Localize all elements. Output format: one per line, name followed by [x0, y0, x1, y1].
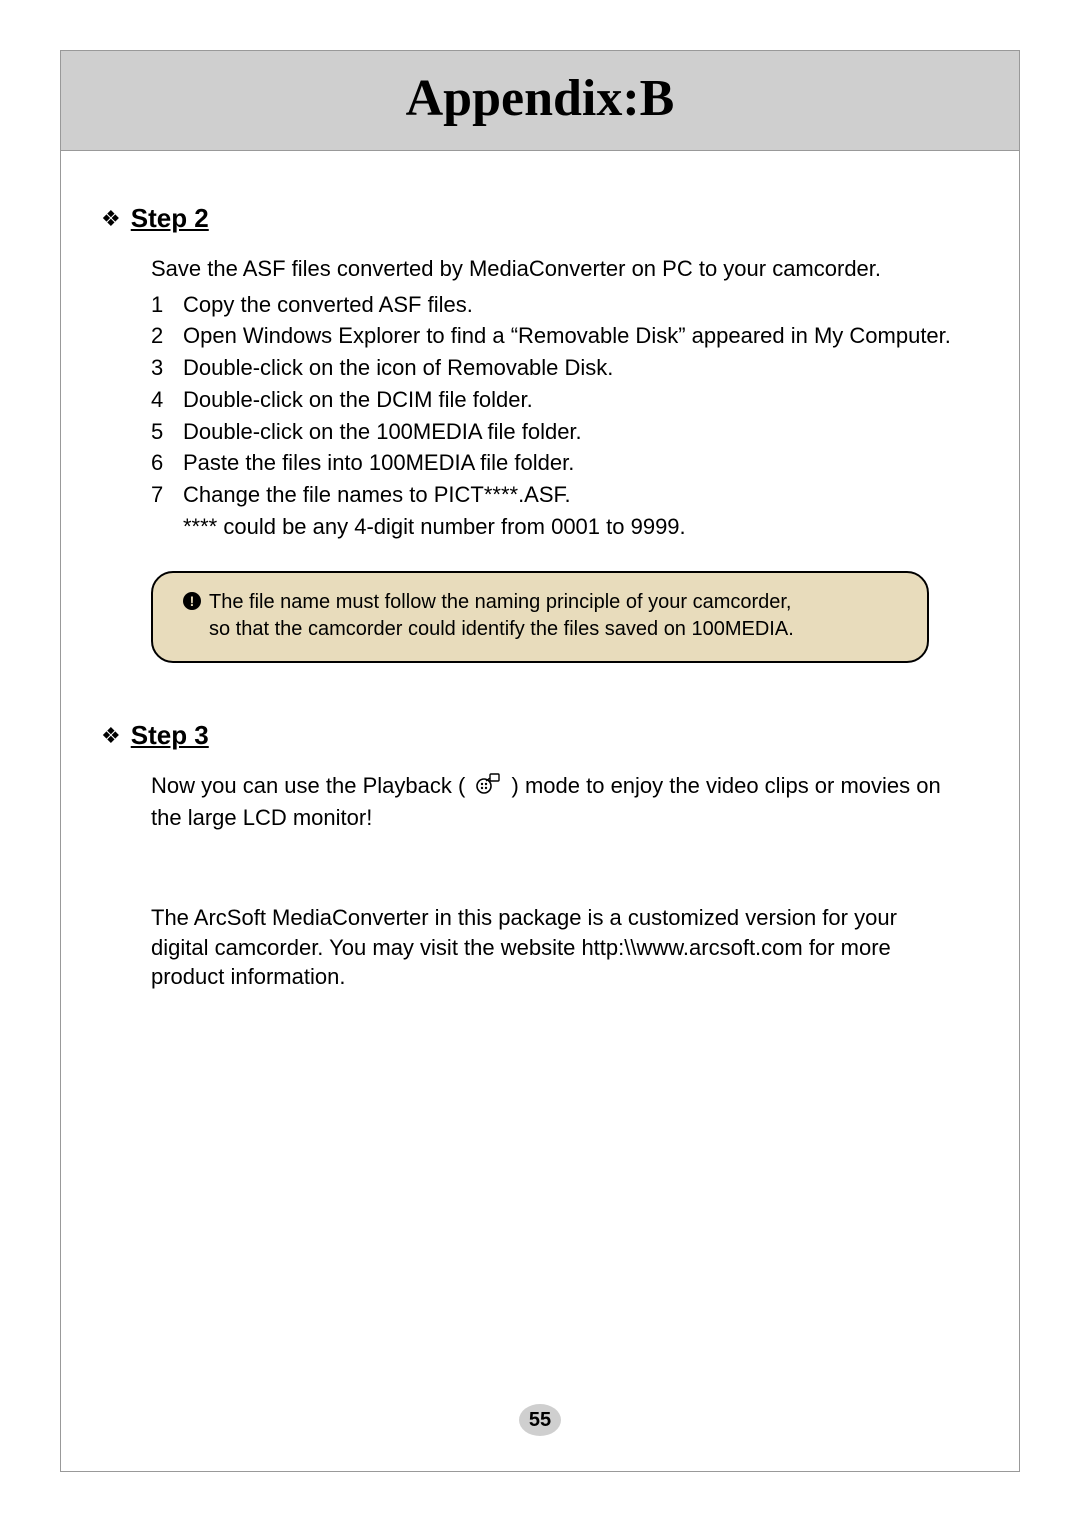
item-text: Double-click on the 100MEDIA file folder… — [183, 417, 959, 447]
header-banner: Appendix:B — [61, 51, 1019, 151]
list-item: 1 Copy the converted ASF files. — [151, 290, 959, 320]
step3-heading: ❖ Step 3 — [101, 718, 959, 753]
list-item: 7 Change the file names to PICT****.ASF. — [151, 480, 959, 510]
content-area: ❖ Step 2 Save the ASF files converted by… — [61, 151, 1019, 992]
item-number: 3 — [151, 353, 167, 383]
item-number: 5 — [151, 417, 167, 447]
item-number: 1 — [151, 290, 167, 320]
step3-label: Step 3 — [131, 718, 209, 753]
item-text: Double-click on the DCIM file folder. — [183, 385, 959, 415]
list-item: 4 Double-click on the DCIM file folder. — [151, 385, 959, 415]
item-text: Change the file names to PICT****.ASF. — [183, 480, 959, 510]
item-text: Open Windows Explorer to find a “Removab… — [183, 321, 959, 351]
step2-list: 1 Copy the converted ASF files. 2 Open W… — [151, 290, 959, 510]
list-item: 2 Open Windows Explorer to find a “Remov… — [151, 321, 959, 351]
item-number: 2 — [151, 321, 167, 351]
item-number: 4 — [151, 385, 167, 415]
note-line2: so that the camcorder could identify the… — [209, 616, 897, 643]
warning-note-box: ! The file name must follow the naming p… — [151, 571, 929, 663]
item-text: Copy the converted ASF files. — [183, 290, 959, 320]
step2-heading: ❖ Step 2 — [101, 201, 959, 236]
page-frame: Appendix:B ❖ Step 2 Save the ASF files c… — [60, 50, 1020, 1472]
list-item: 6 Paste the files into 100MEDIA file fol… — [151, 448, 959, 478]
item-text: Double-click on the icon of Removable Di… — [183, 353, 959, 383]
playback-icon — [475, 772, 501, 804]
item-number: 7 — [151, 480, 167, 510]
step2-label: Step 2 — [131, 201, 209, 236]
diamond-bullet-icon: ❖ — [101, 721, 121, 751]
step3-text-before: Now you can use the Playback ( — [151, 773, 465, 798]
list-item: 5 Double-click on the 100MEDIA file fold… — [151, 417, 959, 447]
page-number: 55 — [519, 1404, 561, 1436]
list-item: 3 Double-click on the icon of Removable … — [151, 353, 959, 383]
item-text: Paste the files into 100MEDIA file folde… — [183, 448, 959, 478]
step3-text: Now you can use the Playback ( ) mode to… — [151, 771, 959, 833]
step2-intro: Save the ASF files converted by MediaCon… — [151, 254, 959, 284]
item-number: 6 — [151, 448, 167, 478]
note-row: ! The file name must follow the naming p… — [183, 589, 897, 616]
alert-icon: ! — [183, 592, 201, 610]
note-line1: The file name must follow the naming pri… — [209, 589, 792, 616]
step2-subnote: **** could be any 4-digit number from 00… — [183, 512, 959, 542]
footer-paragraph: The ArcSoft MediaConverter in this packa… — [151, 903, 959, 992]
appendix-title: Appendix:B — [61, 69, 1019, 128]
step3-section: ❖ Step 3 Now you can use the Playback ( — [121, 718, 959, 833]
diamond-bullet-icon: ❖ — [101, 204, 121, 234]
